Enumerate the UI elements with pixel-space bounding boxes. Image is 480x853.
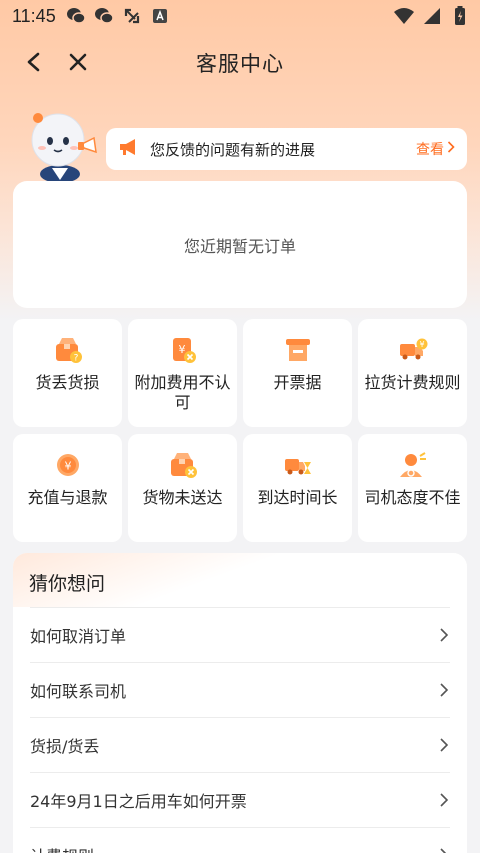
service-label: 司机态度不佳 — [364, 488, 461, 507]
service-tile-not-delivered[interactable]: 货物未送达 — [128, 434, 237, 542]
truck-fee-icon: ¥ — [398, 335, 428, 365]
faq-item-label: 货损/货丢 — [30, 737, 100, 756]
nav-bar: 客服中心 — [0, 40, 480, 84]
faq-item[interactable]: 如何联系司机 — [30, 662, 450, 717]
notice-view-link[interactable]: 查看 — [416, 139, 455, 159]
recent-orders-card: 您近期暂无订单 — [13, 181, 467, 308]
service-tile-lost-damaged[interactable]: ? 货丢货损 — [13, 319, 122, 427]
service-label: 到达时间长 — [257, 488, 338, 507]
yuan-coin-icon: ¥ — [53, 450, 83, 480]
service-label: 货物未送达 — [142, 488, 223, 507]
chevron-right-icon — [438, 792, 450, 808]
chevron-right-icon — [447, 141, 455, 157]
signal-icon — [422, 6, 442, 26]
service-tile-long-arrival[interactable]: 到达时间长 — [243, 434, 352, 542]
notice-bar[interactable]: 您反馈的问题有新的进展 查看 — [106, 128, 467, 170]
service-label: 拉货计费规则 — [364, 373, 461, 392]
wechat-icon — [66, 6, 86, 26]
status-bar: 11:45 — [0, 0, 480, 32]
notice-link-label: 查看 — [416, 142, 444, 158]
wechat-icon — [94, 6, 114, 26]
service-grid: ? 货丢货损 ¥ 附加费用不认可 开票据 ¥ 拉货计费规则 ¥ 充值与退款 货物… — [13, 319, 467, 542]
service-tile-driver-attitude[interactable]: 司机态度不佳 — [358, 434, 467, 542]
receipt-icon — [283, 335, 313, 365]
service-tile-extra-fee[interactable]: ¥ 附加费用不认可 — [128, 319, 237, 427]
truck-hourglass-icon — [283, 450, 313, 480]
invoice-reject-icon: ¥ — [168, 335, 198, 365]
box-question-icon: ? — [53, 335, 83, 365]
a-box-icon — [150, 6, 170, 26]
driver-icon — [398, 450, 428, 480]
faq-item-label: 如何联系司机 — [30, 682, 127, 701]
faq-item[interactable]: 24年9月1日之后用车如何开票 — [30, 772, 450, 827]
chevron-right-icon — [438, 847, 450, 853]
page-title: 客服中心 — [196, 52, 284, 76]
faq-item-label: 计费规则 — [30, 843, 94, 853]
chevron-right-icon — [438, 737, 450, 753]
service-label: 开票据 — [273, 373, 322, 392]
sync-icon — [122, 6, 142, 26]
faq-section: 猜你想问 如何取消订单 如何联系司机 货损/货丢 24年9月1日之后用车如何开票… — [13, 553, 467, 853]
svg-text:¥: ¥ — [178, 343, 185, 356]
faq-item-label: 24年9月1日之后用车如何开票 — [30, 792, 247, 811]
faq-item[interactable]: 货损/货丢 — [30, 717, 450, 772]
chevron-right-icon — [438, 627, 450, 643]
box-cross-icon — [168, 450, 198, 480]
notice-text: 您反馈的问题有新的进展 — [150, 140, 316, 159]
faq-item-label: 如何取消订单 — [30, 627, 127, 646]
megaphone-icon — [118, 137, 140, 161]
faq-item[interactable]: 计费规则 — [30, 827, 450, 853]
service-tile-fee-rules[interactable]: ¥ 拉货计费规则 — [358, 319, 467, 427]
mascot-illustration — [24, 108, 104, 184]
status-time: 11:45 — [12, 5, 56, 26]
svg-text:?: ? — [73, 354, 78, 364]
service-tile-recharge-refund[interactable]: ¥ 充值与退款 — [13, 434, 122, 542]
faq-item[interactable]: 如何取消订单 — [30, 607, 450, 662]
faq-title: 猜你想问 — [13, 553, 467, 607]
chevron-right-icon — [438, 682, 450, 698]
service-label: 货丢货损 — [35, 373, 100, 392]
empty-orders-text: 您近期暂无订单 — [183, 236, 296, 256]
battery-icon — [450, 6, 470, 26]
service-tile-invoice[interactable]: 开票据 — [243, 319, 352, 427]
service-label: 附加费用不认可 — [134, 373, 231, 412]
service-label: 充值与退款 — [27, 488, 108, 507]
wifi-icon — [394, 6, 414, 26]
svg-text:¥: ¥ — [419, 340, 424, 349]
svg-text:¥: ¥ — [64, 460, 71, 473]
